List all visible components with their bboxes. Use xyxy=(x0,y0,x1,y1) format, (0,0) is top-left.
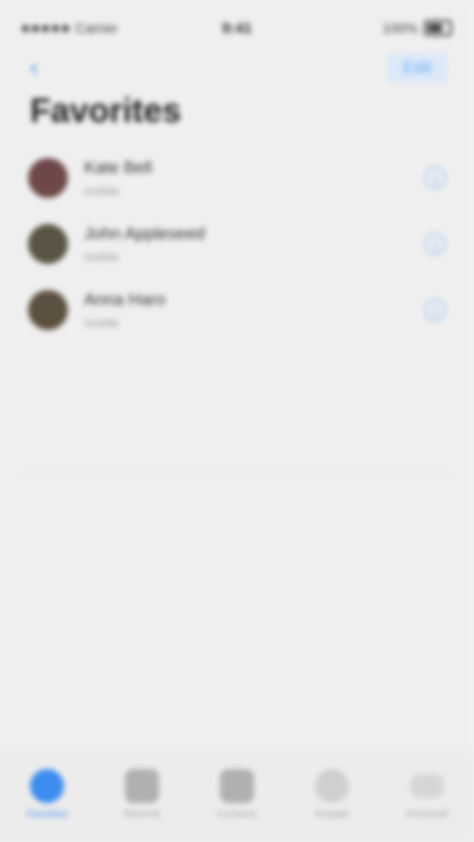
favorite-text: Anna Haro mobile xyxy=(84,290,424,330)
favorite-subtitle: mobile xyxy=(84,316,120,330)
battery-icon xyxy=(424,20,452,36)
favorite-name: John Appleseed xyxy=(84,224,205,243)
status-right: 100% xyxy=(382,20,452,36)
info-icon[interactable]: i xyxy=(424,233,446,255)
tab-label: Voicemail xyxy=(405,809,448,820)
clock-icon xyxy=(125,769,160,803)
tab-voicemail[interactable]: Voicemail xyxy=(387,769,467,820)
favorite-text: John Appleseed mobile xyxy=(84,224,424,264)
person-icon xyxy=(219,769,254,803)
signal-icon xyxy=(22,24,69,32)
status-left: Carrier xyxy=(22,20,118,36)
favorite-subtitle: mobile xyxy=(84,250,120,264)
favorite-subtitle: mobile xyxy=(84,184,120,198)
tab-label: Favorites xyxy=(26,809,68,820)
info-icon[interactable]: i xyxy=(424,167,446,189)
voicemail-icon xyxy=(409,774,444,798)
phone-screen: Carrier 9:41 100% ‹ Edit Favorites Kate … xyxy=(0,0,474,842)
tab-label: Contacts xyxy=(217,809,257,820)
favorite-item[interactable]: Anna Haro mobile i xyxy=(0,277,474,343)
avatar xyxy=(28,290,68,330)
tab-recents[interactable]: Recents xyxy=(102,769,182,820)
back-button[interactable]: ‹ xyxy=(30,54,38,82)
avatar xyxy=(28,224,68,264)
carrier-label: Carrier xyxy=(75,20,118,36)
favorite-name: Anna Haro xyxy=(84,290,166,309)
avatar xyxy=(28,158,68,198)
favorites-list: Kate Bell mobile i John Appleseed mobile… xyxy=(0,145,474,343)
favorite-item[interactable]: Kate Bell mobile i xyxy=(0,145,474,211)
keypad-icon xyxy=(314,769,349,803)
tab-bar: Favorites Recents Contacts Keypad Voicem… xyxy=(0,752,474,842)
star-icon xyxy=(30,769,65,803)
edit-button[interactable]: Edit xyxy=(386,53,448,83)
tab-label: Keypad xyxy=(314,809,349,820)
status-time: 9:41 xyxy=(221,19,253,37)
favorite-text: Kate Bell mobile xyxy=(84,158,424,198)
favorite-item[interactable]: John Appleseed mobile i xyxy=(0,211,474,277)
tab-favorites[interactable]: Favorites xyxy=(7,769,87,820)
favorite-name: Kate Bell xyxy=(84,158,153,177)
info-icon[interactable]: i xyxy=(424,299,446,321)
page-title: Favorites xyxy=(30,92,182,130)
tab-keypad[interactable]: Keypad xyxy=(292,769,372,820)
divider xyxy=(20,474,454,475)
tab-contacts[interactable]: Contacts xyxy=(197,769,277,820)
battery-percent: 100% xyxy=(382,20,418,36)
tab-label: Recents xyxy=(123,809,161,820)
status-bar: Carrier 9:41 100% xyxy=(0,0,474,56)
navigation-bar: ‹ Edit xyxy=(0,50,474,86)
